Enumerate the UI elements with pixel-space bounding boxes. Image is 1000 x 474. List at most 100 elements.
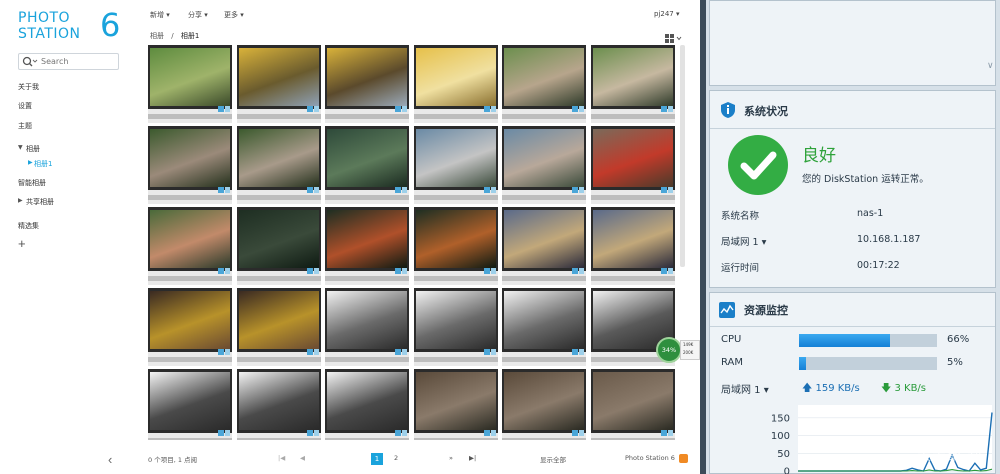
photo-badge-icon — [395, 106, 401, 112]
photo-station-logo[interactable]: PHOTO STATION 6 — [18, 6, 121, 44]
system-health-widget: 系统状况 良好 您的 DiskStation 运转正常。 系统名称 nas-1 … — [709, 90, 996, 288]
photo-thumbnail[interactable] — [148, 288, 232, 366]
photo-image — [415, 210, 496, 268]
photo-image — [150, 129, 230, 187]
photo-thumbnail[interactable] — [236, 288, 321, 366]
collapse-sidebar-button[interactable]: ‹ — [108, 452, 112, 467]
photo-badge-icon — [490, 349, 496, 355]
next-page-button[interactable]: » — [449, 454, 453, 462]
expand-arrow-icon[interactable]: ▶ — [18, 197, 23, 204]
photo-thumbnail[interactable] — [502, 288, 586, 366]
breadcrumb-root[interactable]: 相册 — [150, 32, 164, 40]
photo-thumbnail[interactable] — [590, 126, 675, 204]
photo-thumbnail[interactable] — [502, 207, 586, 285]
photo-badge-icon — [395, 430, 401, 436]
photo-image — [238, 210, 319, 268]
photo-badge-icon — [660, 187, 667, 193]
photo-image — [504, 291, 584, 349]
photo-badge-icon — [483, 268, 490, 274]
photo-thumbnail[interactable] — [236, 369, 321, 440]
last-page-button[interactable]: ▶| — [469, 454, 476, 462]
grid-scrollbar[interactable] — [680, 45, 685, 267]
prev-page-button[interactable]: ◀ — [300, 454, 305, 462]
photo-badge-icon — [313, 106, 319, 112]
page-1-button[interactable]: 1 — [371, 453, 383, 465]
photo-info-bar — [413, 114, 498, 119]
search-input[interactable] — [41, 55, 115, 68]
logo-version: 6 — [100, 6, 121, 44]
photo-thumbnail[interactable] — [325, 369, 409, 440]
first-page-button[interactable]: |◀ — [278, 454, 285, 462]
photo-thumbnail[interactable] — [236, 126, 321, 204]
photo-info-bar — [236, 438, 321, 440]
tooltip-line1: 149K — [683, 342, 694, 347]
network-select[interactable]: 局域网 1 ▾ — [721, 381, 769, 396]
ram-label: RAM — [721, 357, 744, 368]
rss-icon[interactable] — [679, 454, 688, 463]
expand-arrow-icon[interactable]: ▶ — [28, 159, 33, 166]
photo-badge-icon — [490, 268, 496, 274]
new-menu-button[interactable]: 新增 ▾ — [150, 10, 170, 20]
search-box[interactable] — [18, 53, 119, 70]
more-menu-button[interactable]: 更多 ▾ — [224, 10, 244, 20]
arrow-down-icon: 🡇 — [881, 383, 892, 394]
photo-image — [504, 129, 584, 187]
page-2-button[interactable]: 2 — [394, 454, 398, 462]
photo-thumbnail[interactable] — [148, 207, 232, 285]
photo-badge-icon — [395, 187, 401, 193]
photo-badge-icon — [402, 268, 407, 274]
photo-thumbnail[interactable] — [502, 45, 586, 123]
photo-thumbnail[interactable] — [590, 45, 675, 123]
photo-thumbnail[interactable] — [413, 126, 498, 204]
photo-thumbnail[interactable] — [325, 126, 409, 204]
user-menu-button[interactable]: pj247 ▾ — [654, 10, 680, 18]
photo-thumbnail[interactable] — [590, 207, 675, 285]
photo-badge-icon — [660, 106, 667, 112]
photo-info-bar — [236, 195, 321, 200]
nav-label: 共享相册 — [26, 198, 54, 206]
photo-badge-icon — [572, 430, 578, 436]
uptime-label: 运行时间 — [721, 263, 760, 274]
photo-badge-icon — [483, 106, 490, 112]
photo-badge-icon — [313, 268, 319, 274]
photo-badge-icon — [579, 430, 584, 436]
expand-arrow-icon[interactable]: ▼ — [18, 144, 23, 151]
photo-badge-icon — [306, 349, 313, 355]
status-message: 您的 DiskStation 运转正常。 — [802, 174, 929, 185]
photo-info-bar — [502, 438, 586, 440]
photo-info-bar — [502, 114, 586, 119]
photo-thumbnail[interactable] — [413, 45, 498, 123]
breadcrumb-separator: / — [171, 32, 174, 40]
photo-thumbnail[interactable] — [502, 126, 586, 204]
chart-y-tick-label: 50 — [777, 449, 790, 460]
photo-thumbnail[interactable] — [236, 45, 321, 123]
photo-thumbnail[interactable] — [413, 207, 498, 285]
photo-thumbnail[interactable] — [148, 126, 232, 204]
photo-thumbnail[interactable] — [236, 207, 321, 285]
photo-thumbnail[interactable] — [148, 45, 232, 123]
chart-y-tick-label: 150 — [771, 413, 790, 424]
photo-thumbnail[interactable] — [413, 369, 498, 440]
checkmark-icon — [740, 151, 777, 180]
photo-image — [238, 372, 319, 430]
share-menu-button[interactable]: 分享 ▾ — [188, 10, 208, 20]
add-collection-button[interactable]: + — [18, 236, 26, 251]
photo-thumbnail[interactable] — [325, 207, 409, 285]
photo-badge-icon — [402, 106, 407, 112]
photo-thumbnail[interactable] — [502, 369, 586, 440]
info-shield-icon — [721, 102, 735, 118]
photo-thumbnail[interactable] — [413, 288, 498, 366]
photo-thumbnail[interactable] — [590, 369, 675, 440]
chart-y-tick-label: 100 — [771, 431, 790, 442]
chevron-down-icon[interactable]: ∨ — [987, 61, 994, 71]
photo-image — [504, 48, 584, 106]
photo-badge-icon — [313, 430, 319, 436]
lan-select[interactable]: 局域网 1 ▾ — [721, 234, 766, 248]
upload-progress-badge[interactable]: 34% — [656, 337, 682, 363]
show-all-button[interactable]: 显示全部 — [540, 454, 566, 464]
photo-thumbnail[interactable] — [148, 369, 232, 440]
sidebar: PHOTO STATION 6 关于我 设置 主题 ▼ 相册 ▶ 相册1 — [0, 0, 140, 474]
photo-image — [150, 372, 230, 430]
photo-thumbnail[interactable] — [325, 45, 409, 123]
photo-thumbnail[interactable] — [325, 288, 409, 366]
